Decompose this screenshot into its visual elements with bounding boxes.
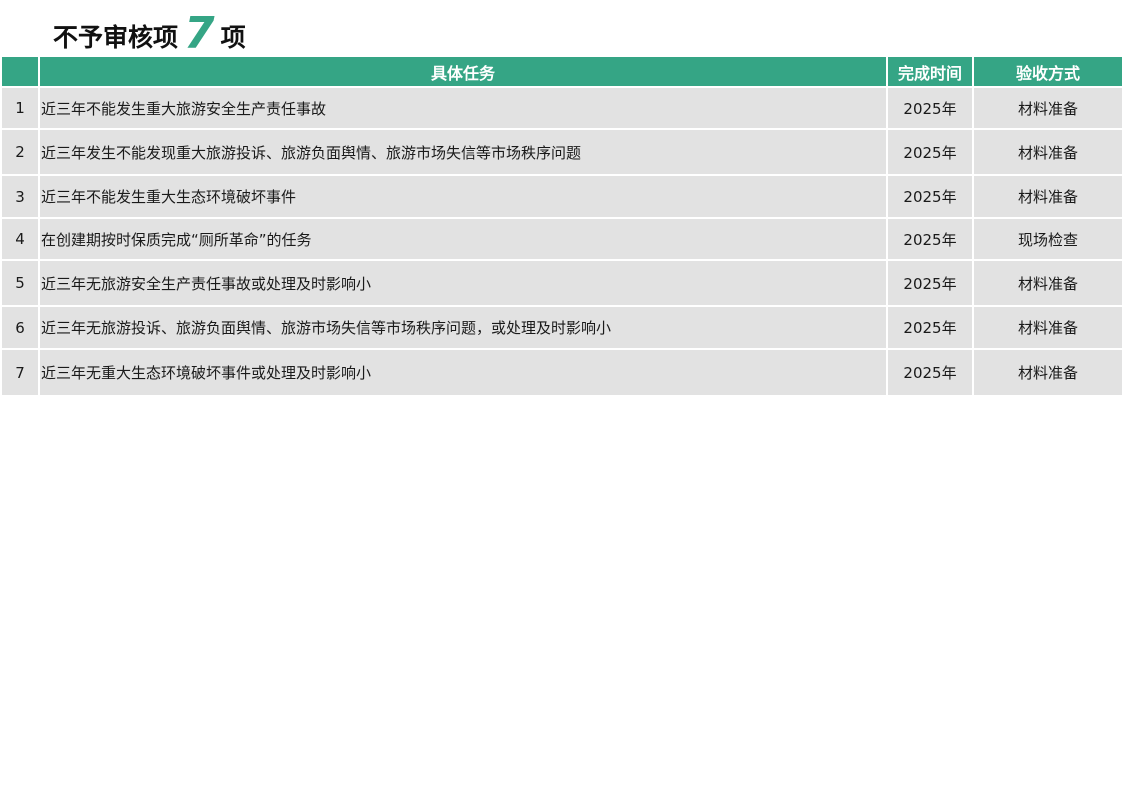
row-task: 近三年无旅游安全生产责任事故或处理及时影响小 — [38, 260, 887, 307]
row-method: 材料准备 — [972, 349, 1122, 395]
row-index: 2 — [2, 129, 39, 176]
row-method: 材料准备 — [972, 175, 1122, 219]
row-task: 近三年无重大生态环境破坏事件或处理及时影响小 — [38, 349, 887, 395]
row-time: 2025年 — [886, 129, 973, 176]
title-suffix: 项 — [220, 23, 246, 52]
row-method: 现场检查 — [972, 218, 1122, 261]
header-time: 完成时间 — [886, 57, 973, 88]
row-method: 材料准备 — [972, 306, 1122, 350]
row-index: 7 — [2, 349, 39, 395]
table-row: 4 在创建期按时保质完成“厕所革命”的任务 2025年 现场检查 — [2, 218, 1122, 261]
table-row: 5 近三年无旅游安全生产责任事故或处理及时影响小 2025年 材料准备 — [2, 260, 1122, 307]
table-header-row: 具体任务 完成时间 验收方式 — [2, 57, 1122, 88]
row-task: 近三年不能发生重大旅游安全生产责任事故 — [38, 87, 887, 130]
row-time: 2025年 — [886, 260, 973, 307]
row-time: 2025年 — [886, 218, 973, 261]
table-row: 6 近三年无旅游投诉、旅游负面舆情、旅游市场失信等市场秩序问题，或处理及时影响小… — [2, 306, 1122, 350]
table-row: 3 近三年不能发生重大生态环境破坏事件 2025年 材料准备 — [2, 175, 1122, 219]
table-row: 7 近三年无重大生态环境破坏事件或处理及时影响小 2025年 材料准备 — [2, 349, 1122, 395]
row-task: 近三年不能发生重大生态环境破坏事件 — [38, 175, 887, 219]
row-index: 1 — [2, 87, 39, 130]
title-prefix: 不予审核项 — [53, 23, 179, 52]
table-row: 2 近三年发生不能发现重大旅游投诉、旅游负面舆情、旅游市场失信等市场秩序问题 2… — [2, 129, 1122, 176]
task-table: 具体任务 完成时间 验收方式 1 近三年不能发生重大旅游安全生产责任事故 202… — [2, 57, 1122, 395]
row-time: 2025年 — [886, 175, 973, 219]
header-task: 具体任务 — [38, 57, 887, 88]
row-index: 5 — [2, 260, 39, 307]
row-time: 2025年 — [886, 87, 973, 130]
header-method: 验收方式 — [972, 57, 1122, 88]
row-method: 材料准备 — [972, 87, 1122, 130]
row-index: 3 — [2, 175, 39, 219]
table-row: 1 近三年不能发生重大旅游安全生产责任事故 2025年 材料准备 — [2, 87, 1122, 130]
row-index: 4 — [2, 218, 39, 261]
header-index — [2, 57, 39, 88]
row-time: 2025年 — [886, 306, 973, 350]
page-title: 不予审核项 7 项 — [53, 8, 246, 56]
row-time: 2025年 — [886, 349, 973, 395]
row-method: 材料准备 — [972, 129, 1122, 176]
row-method: 材料准备 — [972, 260, 1122, 307]
row-task: 近三年发生不能发现重大旅游投诉、旅游负面舆情、旅游市场失信等市场秩序问题 — [38, 129, 887, 176]
row-index: 6 — [2, 306, 39, 350]
row-task: 近三年无旅游投诉、旅游负面舆情、旅游市场失信等市场秩序问题，或处理及时影响小 — [38, 306, 887, 350]
page: 不予审核项 7 项 具体任务 完成时间 验收方式 1 近三年不能发生重大旅游安全… — [0, 0, 1122, 793]
title-count: 7 — [184, 8, 215, 59]
row-task: 在创建期按时保质完成“厕所革命”的任务 — [38, 218, 887, 261]
